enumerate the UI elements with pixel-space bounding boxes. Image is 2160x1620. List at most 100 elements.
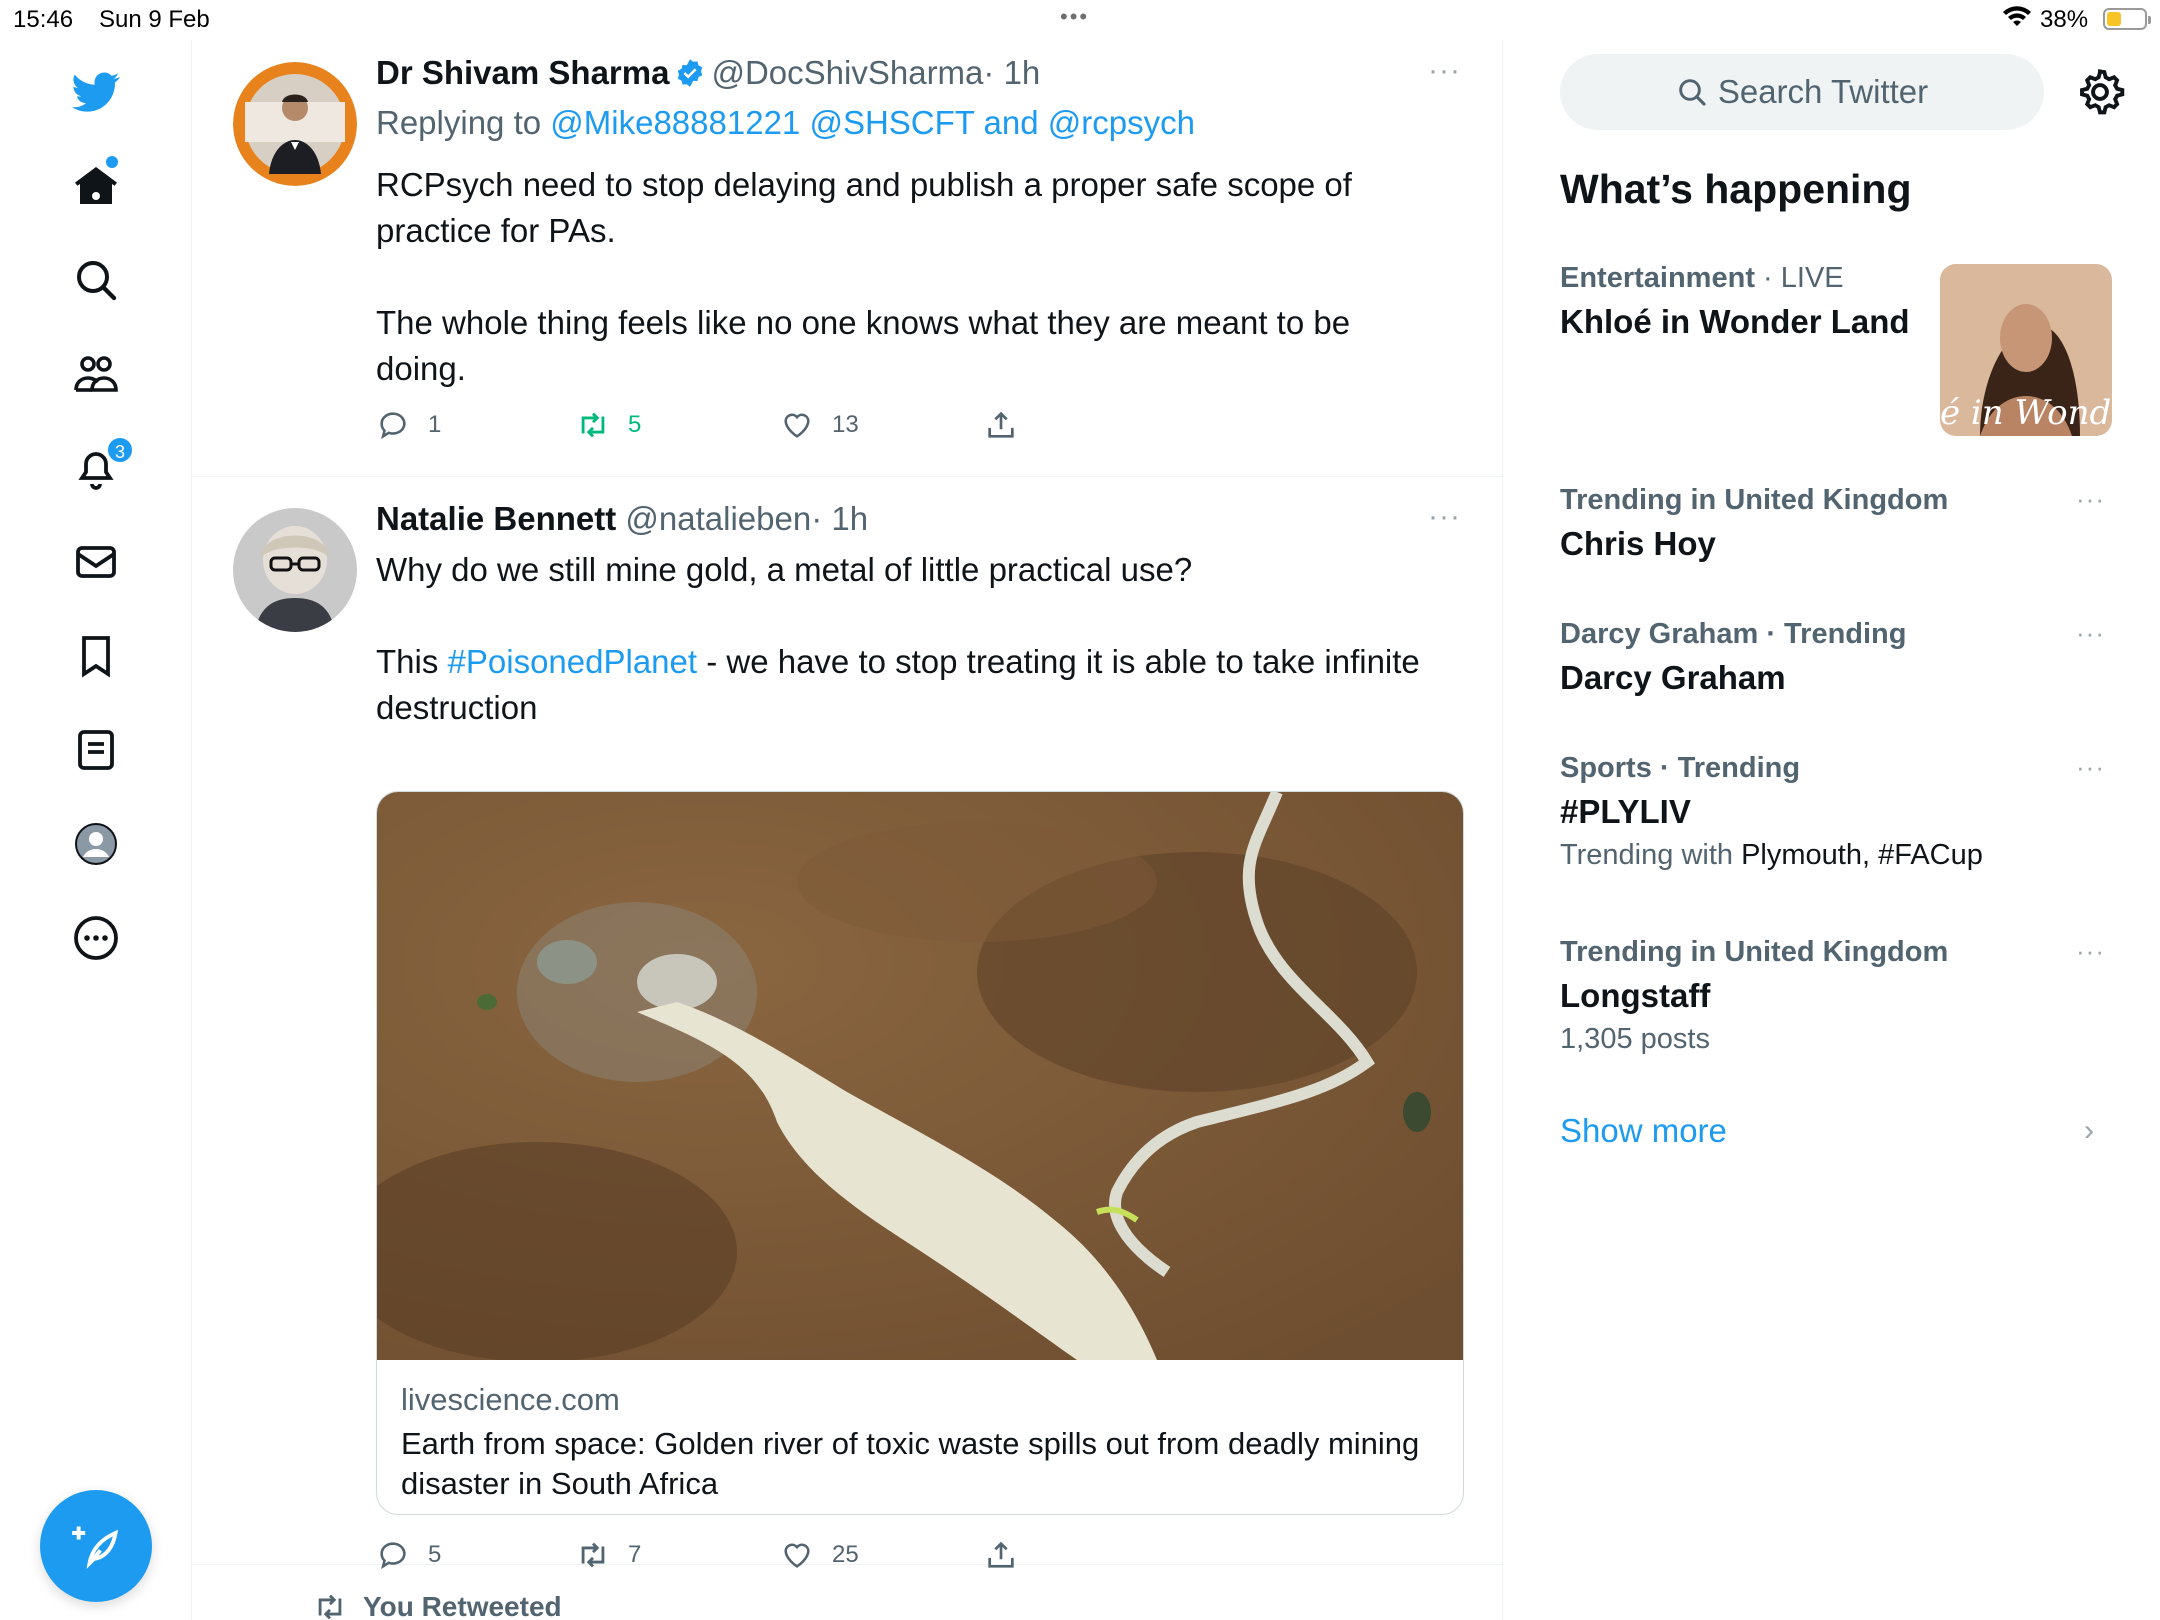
tweet-more-button[interactable]: ···	[1428, 54, 1461, 88]
trend-item[interactable]: Darcy Graham · Trending Darcy Graham	[1560, 618, 2120, 697]
bookmarks-icon[interactable]	[66, 626, 126, 686]
trend-name: #PLYLIV	[1560, 793, 1691, 830]
trend-category: Entertainment	[1560, 262, 1755, 294]
messages-icon[interactable]	[66, 532, 126, 592]
tweet-actions: 5 7 25	[376, 1538, 1176, 1578]
trend-more-button[interactable]: ···	[2076, 618, 2105, 649]
status-bar: 15:46 Sun 9 Feb ••• 38%	[0, 0, 2160, 40]
tweet-header: Natalie Bennett @natalieben· 1h	[376, 500, 868, 538]
trend-name: Chris Hoy	[1560, 525, 1716, 562]
reply-button[interactable]: 5	[376, 1538, 441, 1572]
tweet-text-part: This	[376, 643, 448, 680]
trend-thumbnail[interactable]: é in Wonder L	[1940, 264, 2112, 436]
compose-tweet-button[interactable]	[40, 1490, 152, 1602]
trend-sub: Trending with Plymouth, #FACup	[1560, 839, 2120, 872]
retweet-count: 5	[628, 411, 642, 438]
trend-item[interactable]: Trending in United Kingdom Longstaff 1,3…	[1560, 936, 2120, 1056]
author-handle[interactable]: @DocShivSharma	[711, 54, 983, 91]
tweet-header: Dr Shivam Sharma @DocShivSharma· 1h	[376, 54, 1040, 92]
share-icon	[988, 1541, 1014, 1568]
tweet-paragraph: RCPsych need to stop delaying and publis…	[376, 166, 1352, 249]
trend-meta: Trending in United Kingdom	[1560, 484, 1949, 516]
replying-to-users[interactable]: @Mike88881221 @SHSCFT and @rcpsych	[550, 104, 1195, 141]
notifications-badge: 3	[106, 436, 134, 464]
home-new-dot	[106, 156, 118, 168]
search-input[interactable]: Search Twitter	[1560, 54, 2044, 130]
multitasking-dots[interactable]: •••	[1060, 4, 1089, 30]
you-retweeted-text: You Retweeted	[363, 1591, 562, 1620]
trend-sub-prefix: Trending with	[1560, 839, 1734, 871]
tweet-time[interactable]: · 1h	[983, 54, 1040, 91]
tweet[interactable]: Natalie Bennett @natalieben· 1h ··· Why …	[193, 478, 1502, 1570]
like-button[interactable]: 25	[780, 1538, 859, 1572]
left-navigation: 3	[0, 40, 192, 1620]
notifications-icon[interactable]: 3	[66, 436, 134, 498]
you-retweeted-label: You Retweeted	[313, 1590, 562, 1620]
show-more-link[interactable]: Show more	[1560, 1112, 1727, 1150]
retweet-icon	[581, 1542, 605, 1568]
avatar[interactable]	[233, 62, 357, 186]
timeline[interactable]: Dr Shivam Sharma @DocShivSharma· 1h ··· R…	[193, 40, 1503, 1620]
trend-meta: Trending in United Kingdom	[1560, 936, 1949, 968]
search-placeholder: Search Twitter	[1717, 73, 1929, 110]
profile-icon[interactable]	[66, 814, 126, 874]
tweet-paragraph: This #PoisonedPlanet - we have to stop t…	[376, 639, 1436, 731]
tweet-actions: 1 5 13	[376, 408, 1176, 448]
search-icon[interactable]	[66, 250, 126, 310]
avatar[interactable]	[233, 508, 357, 632]
tweet-more-button[interactable]: ···	[1428, 500, 1461, 534]
retweet-icon	[581, 412, 605, 438]
reply-icon	[380, 1542, 406, 1570]
card-title: Earth from space: Golden river of toxic …	[401, 1426, 1420, 1501]
communities-icon[interactable]	[66, 344, 126, 404]
tweet-time[interactable]: · 1h	[811, 500, 868, 537]
retweet-button[interactable]: 5	[576, 408, 641, 442]
share-icon	[988, 411, 1014, 438]
trend-sub-value: Plymouth, #FACup	[1741, 839, 1983, 871]
trend-item[interactable]: Sports · Trending #PLYLIV Trending with …	[1560, 752, 2120, 872]
home-icon[interactable]	[66, 156, 126, 216]
compose-icon	[72, 1526, 119, 1570]
heart-icon	[784, 413, 810, 438]
like-button[interactable]: 13	[780, 408, 859, 442]
trend-post-count: 1,305 posts	[1560, 1023, 1710, 1055]
trend-more-button[interactable]: ···	[2076, 484, 2105, 515]
share-button[interactable]	[984, 408, 1036, 442]
chevron-right-icon: ›	[2084, 1114, 2094, 1147]
replying-prefix: Replying to	[376, 104, 542, 141]
retweet-icon	[318, 1594, 342, 1620]
author-handle[interactable]: @natalieben	[625, 500, 811, 537]
reply-count: 5	[428, 1541, 442, 1568]
hashtag-link[interactable]: #PoisonedPlanet	[448, 643, 698, 680]
author-name[interactable]: Natalie Bennett	[376, 500, 616, 537]
search-icon	[1679, 79, 1706, 106]
lists-icon[interactable]	[66, 720, 126, 780]
battery-percent: 38%	[2040, 6, 2089, 33]
right-sidebar: Search Twitter What’s happening Entertai…	[1504, 40, 2160, 1620]
author-name[interactable]: Dr Shivam Sharma	[376, 54, 669, 91]
trend-live: · LIVE	[1763, 262, 1844, 294]
tweet-text: RCPsych need to stop delaying and publis…	[376, 162, 1436, 392]
tweet[interactable]: Dr Shivam Sharma @DocShivSharma· 1h ··· R…	[193, 40, 1502, 477]
settings-gear-icon[interactable]	[2074, 66, 2126, 118]
trend-meta: Sports · Trending	[1560, 752, 1801, 784]
reply-icon	[380, 412, 406, 440]
tweet-paragraph: Why do we still mine gold, a metal of li…	[376, 551, 1193, 588]
trend-item[interactable]: Trending in United Kingdom Chris Hoy	[1560, 484, 2120, 563]
twitter-logo-icon[interactable]	[66, 62, 126, 122]
share-button[interactable]	[984, 1538, 1036, 1572]
reply-count: 1	[428, 411, 442, 438]
retweet-button[interactable]: 7	[576, 1538, 641, 1572]
battery-icon	[2103, 8, 2151, 30]
more-icon[interactable]	[66, 908, 126, 968]
trend-more-button[interactable]: ···	[2076, 936, 2105, 967]
link-card[interactable]: livescience.com Earth from space: Golden…	[376, 791, 1464, 1515]
satellite-image	[377, 792, 1463, 1360]
trend-name: Darcy Graham	[1560, 659, 1786, 696]
reply-button[interactable]: 1	[376, 408, 441, 442]
trend-more-button[interactable]: ···	[2076, 752, 2105, 783]
trend-meta: Darcy Graham · Trending	[1560, 618, 1907, 650]
tweet-text: Why do we still mine gold, a metal of li…	[376, 547, 1436, 731]
retweet-count: 7	[628, 1541, 642, 1568]
status-time: 15:46	[13, 6, 74, 33]
